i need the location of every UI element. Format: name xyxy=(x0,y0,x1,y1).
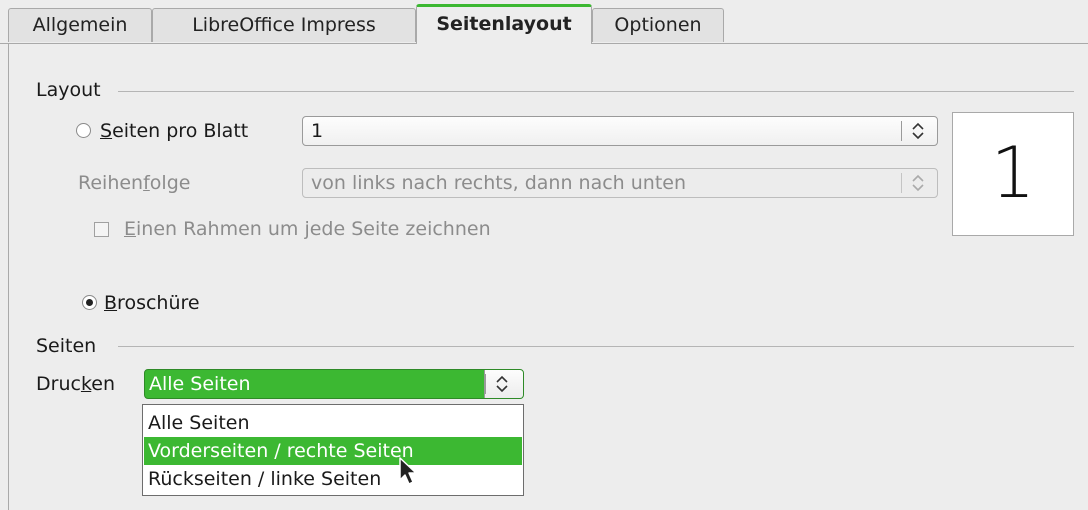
pages-per-sheet-label: Seiten pro Blatt xyxy=(100,120,249,142)
print-label: Drucken xyxy=(36,373,115,395)
tab-bar: Allgemein LibreOffice Impress Seitenlayo… xyxy=(0,0,1088,44)
order-combo[interactable]: von links nach rechts, dann nach unten xyxy=(302,168,938,198)
mouse-cursor-icon xyxy=(398,456,422,486)
border-checkbox[interactable] xyxy=(94,222,109,237)
print-combo[interactable]: Alle Seiten xyxy=(144,369,524,399)
updown-arrow-icon xyxy=(495,370,515,398)
order-label: Reihenfolge xyxy=(78,172,191,194)
tab-seitenlayout[interactable]: Seitenlayout xyxy=(416,4,592,44)
pages-per-sheet-value: 1 xyxy=(311,120,324,142)
updown-arrow-icon xyxy=(905,117,931,145)
layout-heading-line xyxy=(118,91,1074,92)
tab-optionen[interactable]: Optionen xyxy=(592,8,724,42)
updown-arrow-icon xyxy=(905,169,931,197)
preview-number: 1 xyxy=(990,132,1036,214)
pages-per-sheet-combo[interactable]: 1 xyxy=(302,116,938,146)
radio-selected-dot xyxy=(86,299,93,306)
print-dropdown-list: Alle Seiten Vorderseiten / rechte Seiten… xyxy=(142,404,524,496)
layout-heading: Layout xyxy=(36,79,101,101)
order-value: von links nach rechts, dann nach unten xyxy=(311,172,687,194)
pages-per-sheet-radio[interactable] xyxy=(76,123,91,138)
print-value: Alle Seiten xyxy=(149,373,251,395)
option-front-pages[interactable]: Vorderseiten / rechte Seiten xyxy=(144,437,522,465)
option-back-pages[interactable]: Rückseiten / linke Seiten xyxy=(144,465,522,493)
page-preview: 1 xyxy=(952,112,1074,236)
print-combo-button[interactable] xyxy=(484,370,523,398)
brochure-radio[interactable] xyxy=(82,295,97,310)
tab-allgemein[interactable]: Allgemein xyxy=(8,8,152,42)
pages-heading-line xyxy=(118,346,1074,347)
option-all-pages[interactable]: Alle Seiten xyxy=(144,409,522,437)
border-checkbox-label: Einen Rahmen um jede Seite zeichnen xyxy=(124,218,491,240)
tab-libreoffice-impress[interactable]: LibreOffice Impress xyxy=(152,8,416,42)
brochure-label: Broschüre xyxy=(104,292,200,314)
pages-heading: Seiten xyxy=(36,335,97,357)
